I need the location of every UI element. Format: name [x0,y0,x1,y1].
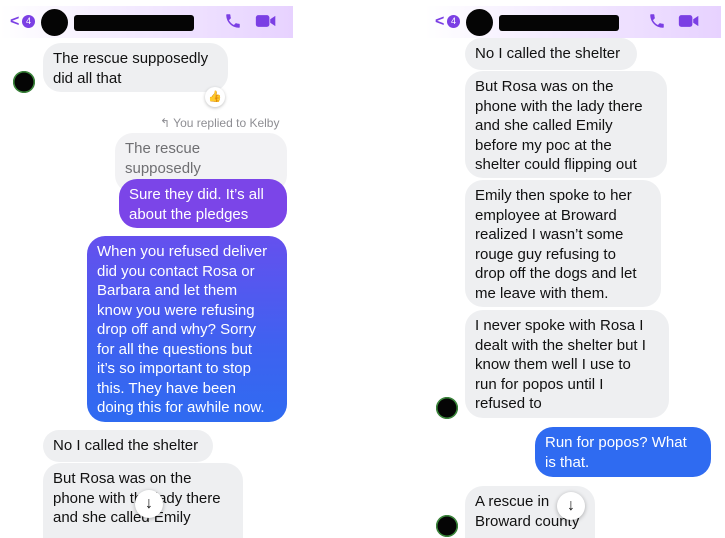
unread-badge: 4 [22,15,35,28]
contact-avatar[interactable] [436,397,458,419]
message-outgoing[interactable]: Run for popos? What is that. [535,427,711,477]
phone-icon[interactable] [648,12,666,30]
chat-header: < 4 [0,6,293,38]
contact-avatar[interactable] [13,71,35,93]
chat-screenshot-left: < 4 The rescue supposedly did all that 👍… [0,0,300,538]
message-incoming[interactable]: I never spoke with Rosa I dealt with the… [465,310,669,418]
contact-avatar[interactable] [41,9,68,36]
message-incoming[interactable]: No I called the shelter [43,430,213,462]
reply-arrow-icon: ↰ [160,116,174,130]
reply-note-text: You replied to Kelby [173,116,280,130]
message-outgoing[interactable]: Sure they did. It’s all about the pledge… [119,179,287,228]
contact-avatar[interactable] [436,515,458,537]
contact-name-redacted[interactable] [499,15,619,31]
message-incoming[interactable]: The rescue supposedly did all that [43,43,228,92]
thumbs-up-reaction-icon[interactable]: 👍 [205,87,225,107]
chat-header: < 4 [425,6,721,38]
back-button[interactable]: < [435,13,444,31]
reply-indicator: ↰ You replied to Kelby [160,116,279,130]
phone-icon[interactable] [224,12,242,30]
message-incoming[interactable]: But Rosa was on the phone with the lady … [465,71,667,178]
back-button[interactable]: < [10,13,19,31]
message-incoming[interactable]: Emily then spoke to her employee at Brow… [465,180,661,307]
contact-avatar[interactable] [466,9,493,36]
unread-badge: 4 [447,15,460,28]
message-outgoing[interactable]: When you refused deliver did you contact… [87,236,287,422]
video-call-icon[interactable] [255,12,277,30]
message-incoming[interactable]: No I called the shelter [465,38,637,70]
contact-name-redacted[interactable] [74,15,194,31]
video-call-icon[interactable] [678,12,700,30]
scroll-down-button[interactable]: ↓ [135,490,163,518]
chat-screenshot-right: < 4 No I called the shelter But Rosa was… [425,0,725,538]
scroll-down-button[interactable]: ↓ [557,492,585,520]
